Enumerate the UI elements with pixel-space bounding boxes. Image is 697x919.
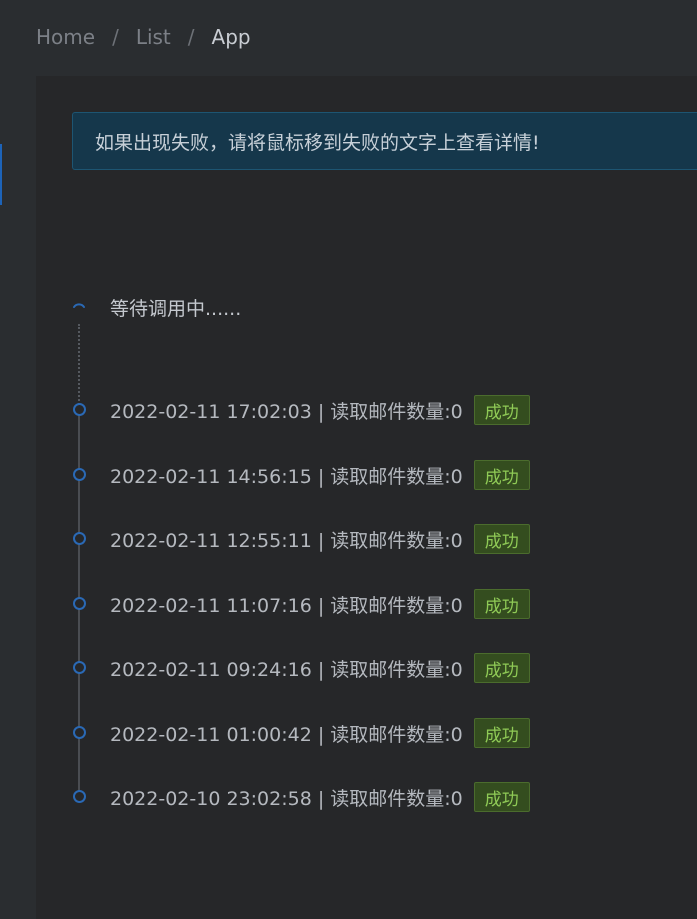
status-badge[interactable]: 成功: [473, 395, 530, 425]
breadcrumb-separator: /: [112, 25, 119, 49]
breadcrumb-home[interactable]: Home: [36, 25, 95, 49]
timeline-dot-icon: [73, 532, 86, 545]
timeline-item: 2022-02-11 17:02:03 | 读取邮件数量:0 成功: [36, 394, 697, 426]
timeline-dot-icon: [73, 597, 86, 610]
timeline-item: 2022-02-11 11:07:16 | 读取邮件数量:0 成功: [36, 588, 697, 620]
sidebar-active-indicator: [0, 144, 2, 205]
timeline-dot-icon: [73, 468, 86, 481]
timeline-item: 2022-02-11 12:55:11 | 读取邮件数量:0 成功: [36, 523, 697, 555]
timeline-item-text: 2022-02-11 09:24:16 | 读取邮件数量:0: [110, 658, 463, 681]
breadcrumb-list[interactable]: List: [136, 25, 171, 49]
loading-spinner-icon: [73, 303, 85, 308]
timeline-dot-icon: [73, 403, 86, 416]
timeline-item-text: 2022-02-11 17:02:03 | 读取邮件数量:0: [110, 400, 463, 423]
breadcrumb-separator: /: [187, 25, 195, 49]
timeline-item: 2022-02-10 23:02:58 | 读取邮件数量:0 成功: [36, 781, 697, 813]
timeline-dot-icon: [73, 661, 86, 674]
timeline-item-text: 2022-02-11 12:55:11 | 读取邮件数量:0: [110, 529, 463, 552]
app-page: Home / List / App 如果出现失败，请将鼠标移到失败的文字上查看详…: [0, 0, 697, 919]
timeline-dot-icon: [73, 790, 86, 803]
timeline-item: 2022-02-11 01:00:42 | 读取邮件数量:0 成功: [36, 717, 697, 749]
breadcrumb-current: App: [211, 25, 251, 49]
status-badge[interactable]: 成功: [473, 718, 530, 748]
timeline: 等待调用中...... 2022-02-11 17:02:03 | 读取邮件数量…: [36, 76, 697, 919]
status-badge[interactable]: 成功: [473, 460, 530, 490]
status-badge[interactable]: 成功: [473, 524, 530, 554]
status-badge[interactable]: 成功: [473, 653, 530, 683]
breadcrumb: Home / List / App: [36, 22, 251, 52]
timeline-item-text: 2022-02-11 11:07:16 | 读取邮件数量:0: [110, 594, 463, 617]
status-badge[interactable]: 成功: [473, 782, 530, 812]
timeline-item: 2022-02-11 14:56:15 | 读取邮件数量:0 成功: [36, 459, 697, 491]
timeline-item-text: 2022-02-11 01:00:42 | 读取邮件数量:0: [110, 723, 463, 746]
timeline-item: 2022-02-11 09:24:16 | 读取邮件数量:0 成功: [36, 652, 697, 684]
main-content: 如果出现失败，请将鼠标移到失败的文字上查看详情! 等待调用中...... 202…: [36, 76, 697, 919]
status-badge[interactable]: 成功: [473, 589, 530, 619]
timeline-dot-icon: [73, 726, 86, 739]
timeline-item-text: 2022-02-11 14:56:15 | 读取邮件数量:0: [110, 465, 463, 488]
timeline-pending-label: 等待调用中......: [110, 298, 242, 320]
timeline-item-text: 2022-02-10 23:02:58 | 读取邮件数量:0: [110, 787, 463, 810]
